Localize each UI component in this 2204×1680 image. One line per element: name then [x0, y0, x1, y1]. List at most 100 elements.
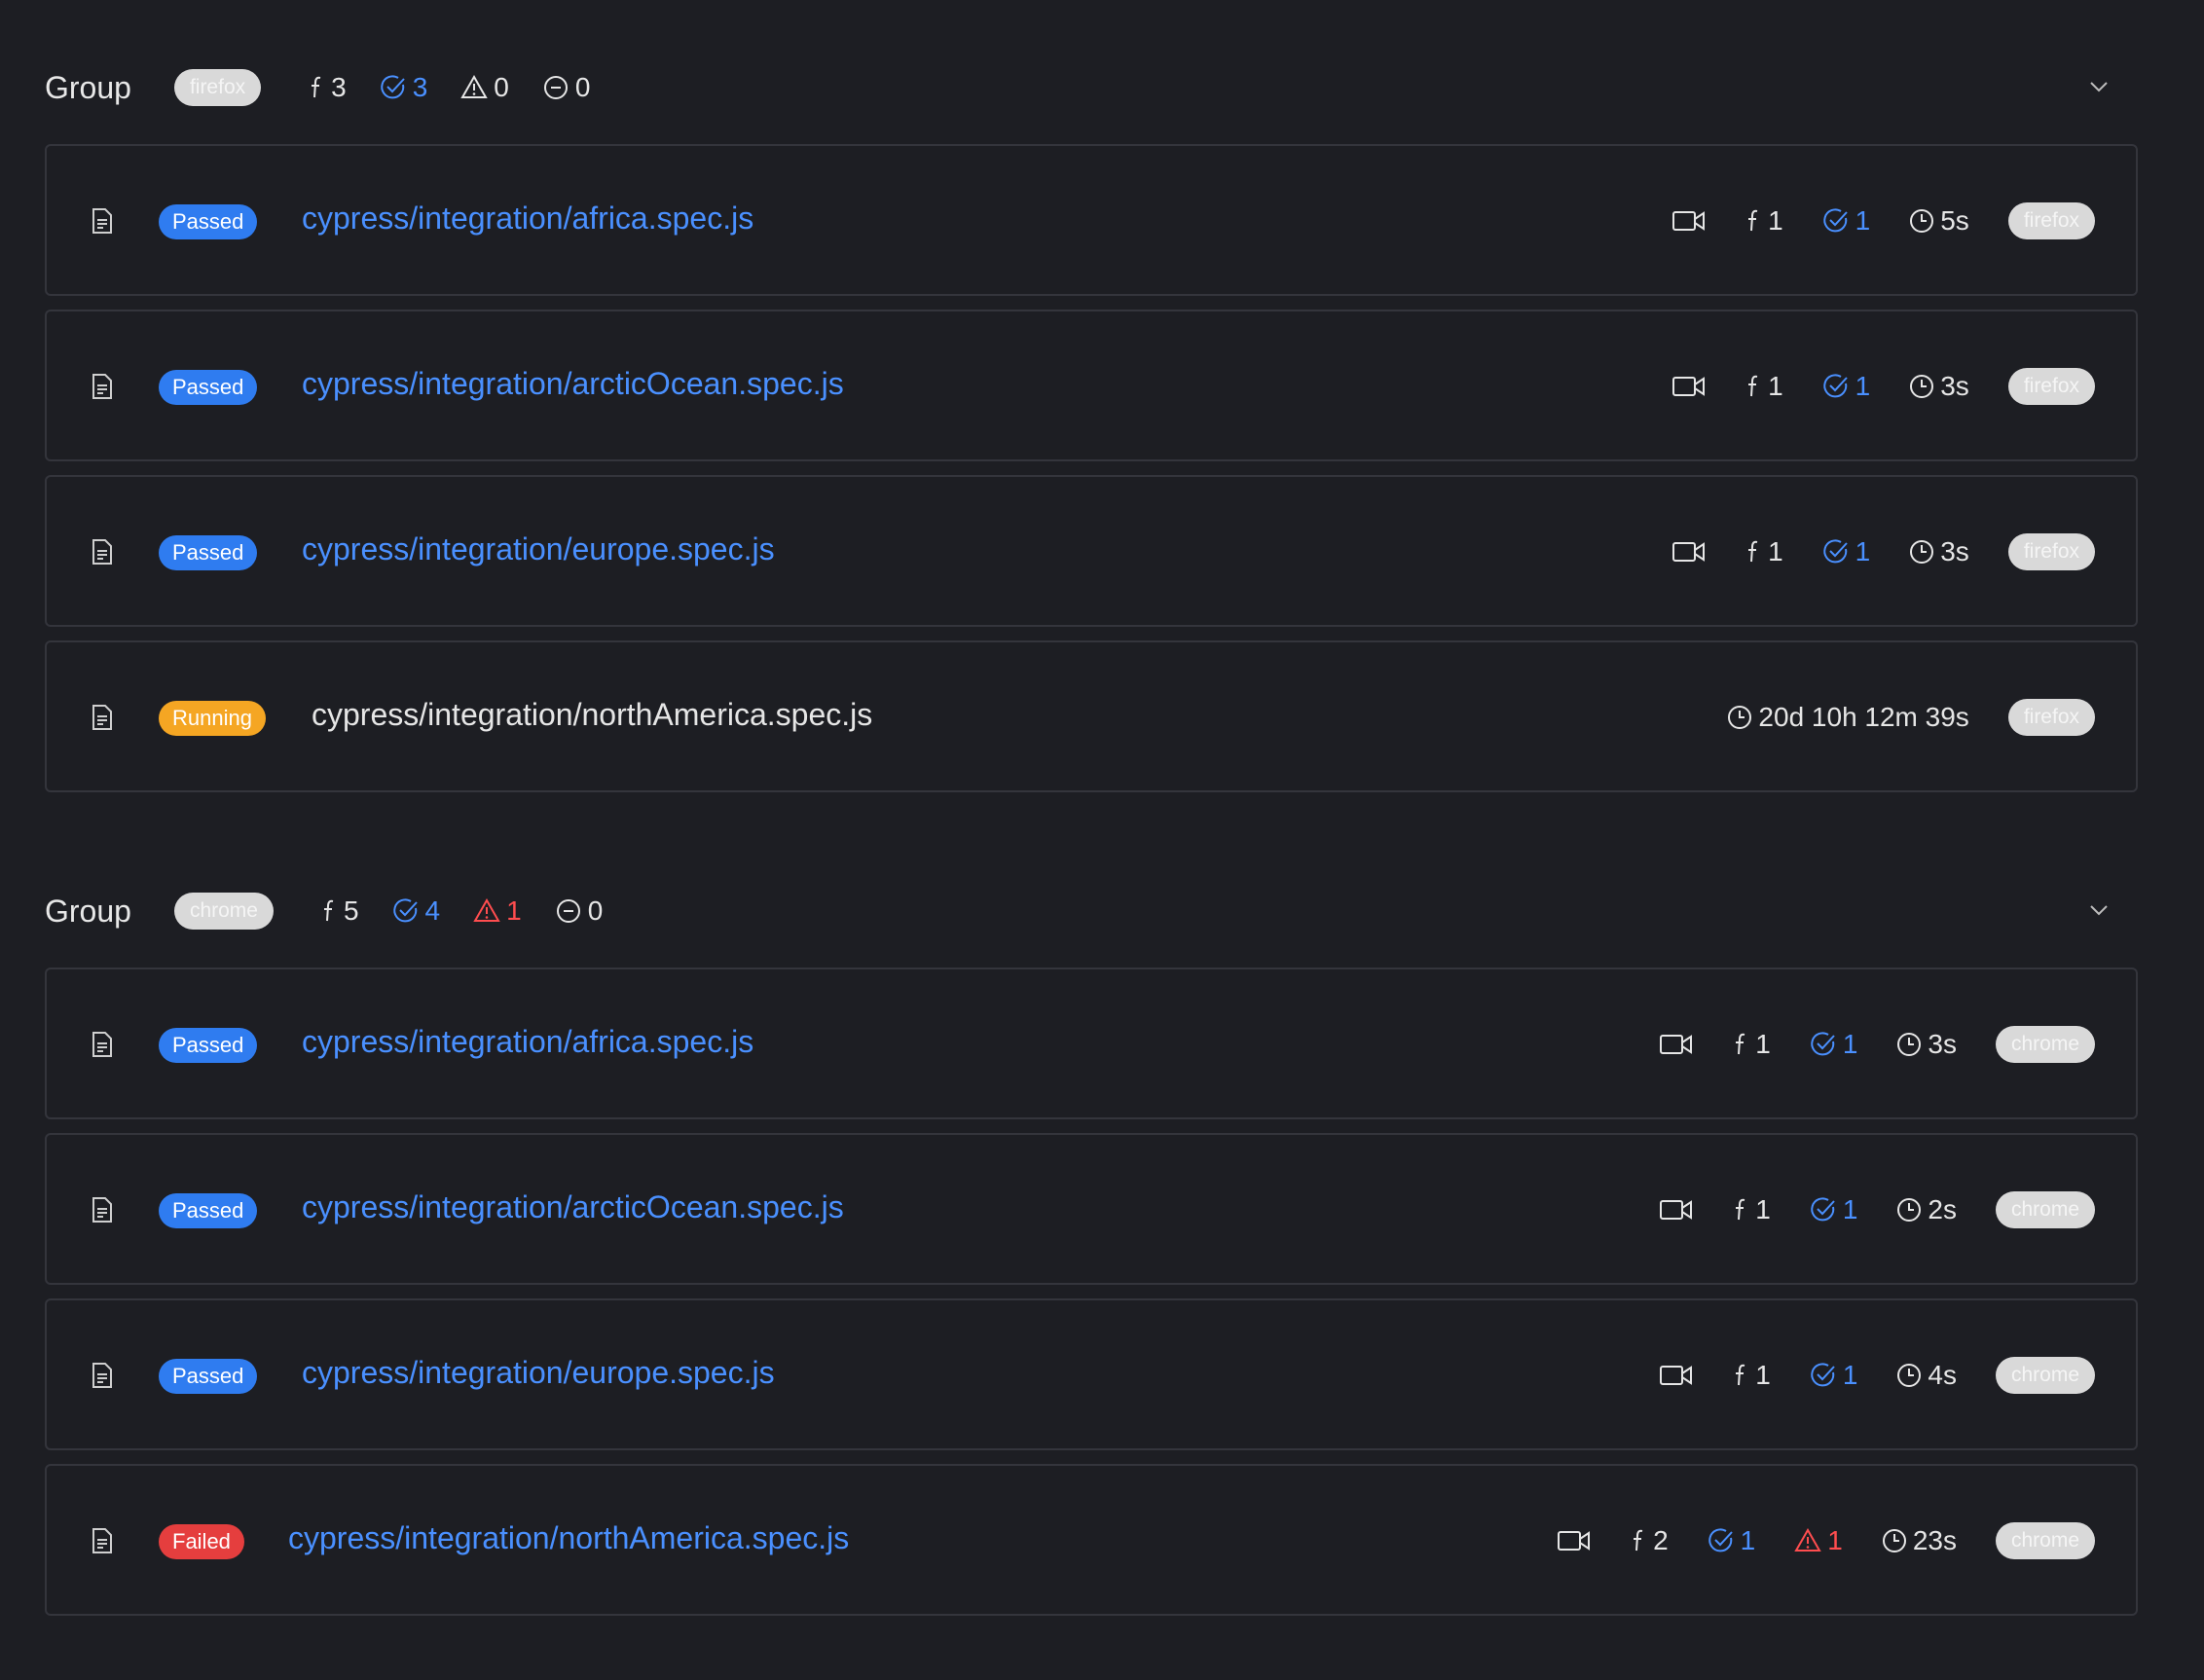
- duration: 3s: [1909, 536, 1969, 567]
- row-stats: 1 1 3s firefox: [1672, 368, 2095, 405]
- check-circle-icon: [1811, 1032, 1835, 1056]
- tests-count: 1: [1732, 1194, 1771, 1225]
- row-stats: 20d 10h 12m 39s firefox: [1688, 699, 2095, 736]
- check-circle-icon: [1708, 1528, 1733, 1552]
- document-icon: [92, 1197, 112, 1223]
- spec-link[interactable]: cypress/integration/europe.spec.js: [302, 531, 775, 567]
- tests-count: 3: [308, 72, 347, 103]
- warning-icon: [473, 898, 500, 922]
- passed-count: 1: [1708, 1525, 1755, 1556]
- group-title: Group: [45, 893, 131, 929]
- video-icon[interactable]: [1672, 541, 1706, 563]
- clock-icon: [1910, 375, 1934, 398]
- row-stats: 1 1 2s chrome: [1660, 1191, 2095, 1228]
- video-icon[interactable]: [1672, 376, 1706, 397]
- passed-count: 1: [1822, 205, 1870, 237]
- group-header[interactable]: Group firefox 3 3 0 0: [45, 58, 2138, 117]
- group-stats: 3 3 0 0: [308, 72, 623, 103]
- skipped-count: 0: [542, 72, 590, 103]
- status-badge: Passed: [159, 370, 258, 405]
- function-icon: [1634, 1529, 1643, 1552]
- clock-icon: [1897, 1033, 1922, 1056]
- status-badge: Running: [159, 701, 266, 736]
- video-icon[interactable]: [1558, 1530, 1591, 1552]
- warning-icon: [460, 75, 489, 98]
- function-icon: [323, 899, 334, 922]
- group-chrome: Group chrome 5 4 1 0 Passed cypress/inte…: [45, 882, 2138, 1616]
- browser-pill: firefox: [2007, 533, 2095, 570]
- document-icon: [92, 539, 112, 565]
- function-icon: [1748, 540, 1758, 563]
- clock-icon: [1882, 1529, 1906, 1552]
- spec-link[interactable]: cypress/integration/europe.spec.js: [302, 1355, 775, 1391]
- spec-row[interactable]: Passed cypress/integration/europe.spec.j…: [45, 475, 2138, 627]
- check-circle-icon: [392, 898, 418, 923]
- function-icon: [1736, 1033, 1745, 1055]
- function-icon: [312, 76, 321, 98]
- check-circle-icon: [1822, 208, 1848, 233]
- tests-count: 1: [1745, 536, 1783, 567]
- spec-link[interactable]: cypress/integration/northAmerica.spec.js: [288, 1520, 849, 1556]
- spec-row[interactable]: Failed cypress/integration/northAmerica.…: [45, 1464, 2138, 1616]
- spec-link[interactable]: cypress/integration/africa.spec.js: [302, 1024, 753, 1060]
- duration: 4s: [1896, 1360, 1957, 1391]
- tests-count: 2: [1630, 1525, 1669, 1556]
- status-badge: Passed: [159, 1028, 258, 1063]
- spec-row[interactable]: Passed cypress/integration/arcticOcean.s…: [45, 310, 2138, 461]
- status-badge: Passed: [159, 1359, 258, 1394]
- function-icon: [1736, 1364, 1745, 1386]
- failed-count: 1: [1794, 1525, 1843, 1556]
- chevron-down-icon[interactable]: [2089, 80, 2109, 93]
- minus-circle-icon: [543, 76, 568, 99]
- spec-link[interactable]: cypress/integration/arcticOcean.spec.js: [302, 1189, 844, 1225]
- function-icon: [1748, 375, 1758, 397]
- spec-link[interactable]: cypress/integration/arcticOcean.spec.js: [302, 366, 844, 402]
- failed-count: 1: [473, 895, 522, 927]
- browser-pill: firefox: [2007, 202, 2095, 239]
- video-icon[interactable]: [1660, 1034, 1693, 1055]
- document-icon: [92, 208, 112, 234]
- spec-row[interactable]: Passed cypress/integration/africa.spec.j…: [45, 144, 2138, 296]
- status-badge: Passed: [159, 535, 258, 570]
- warning-icon: [1794, 1528, 1821, 1552]
- video-icon[interactable]: [1660, 1365, 1693, 1386]
- spec-row[interactable]: Passed cypress/integration/europe.spec.j…: [45, 1298, 2138, 1450]
- group-firefox: Group firefox 3 3 0 0 Passed cypress/int…: [45, 58, 2138, 792]
- browser-pill: chrome: [173, 893, 274, 930]
- clock-icon: [1897, 1198, 1922, 1222]
- passed-count: 1: [1822, 536, 1870, 567]
- chevron-down-icon[interactable]: [2089, 903, 2109, 917]
- status-badge: Passed: [159, 1193, 258, 1228]
- duration: 2s: [1896, 1194, 1957, 1225]
- document-icon: [92, 705, 112, 730]
- status-badge: Failed: [159, 1524, 244, 1559]
- browser-pill: firefox: [2007, 699, 2095, 736]
- duration: 23s: [1882, 1525, 1957, 1556]
- check-circle-icon: [381, 75, 405, 99]
- group-header[interactable]: Group chrome 5 4 1 0: [45, 882, 2138, 940]
- function-icon: [1736, 1198, 1745, 1221]
- spec-name: cypress/integration/northAmerica.spec.js: [312, 697, 873, 732]
- clock-icon: [1910, 540, 1934, 564]
- tests-count: 1: [1745, 205, 1783, 237]
- clock-icon: [1910, 209, 1934, 233]
- tests-count: 1: [1745, 371, 1783, 402]
- clock-icon: [1728, 706, 1752, 729]
- row-stats: 1 1 4s chrome: [1660, 1357, 2095, 1394]
- duration: 3s: [1896, 1029, 1957, 1060]
- spec-link[interactable]: cypress/integration/africa.spec.js: [302, 201, 753, 237]
- failed-count: 0: [460, 72, 509, 103]
- spec-row[interactable]: Passed cypress/integration/africa.spec.j…: [45, 968, 2138, 1119]
- browser-pill: chrome: [1995, 1357, 2095, 1394]
- group-stats: 5 4 1 0: [320, 895, 636, 927]
- tests-count: 5: [320, 895, 359, 927]
- check-circle-icon: [1822, 539, 1848, 564]
- spec-row[interactable]: Running cypress/integration/northAmerica…: [45, 640, 2138, 792]
- browser-pill: chrome: [1995, 1522, 2095, 1559]
- video-icon[interactable]: [1672, 210, 1706, 232]
- video-icon[interactable]: [1660, 1199, 1693, 1221]
- check-circle-icon: [1811, 1363, 1835, 1387]
- clock-icon: [1897, 1364, 1922, 1387]
- browser-pill: firefox: [173, 69, 262, 106]
- spec-row[interactable]: Passed cypress/integration/arcticOcean.s…: [45, 1133, 2138, 1285]
